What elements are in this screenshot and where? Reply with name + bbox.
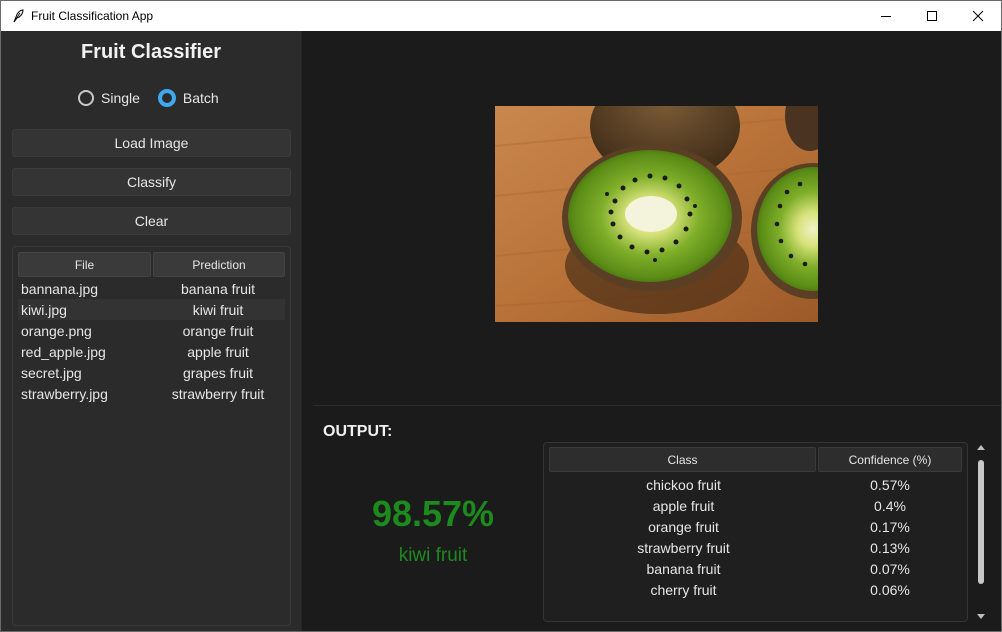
class-cell: apple fruit	[652, 497, 715, 514]
class-table-body: chickoo fruit 0.57% apple fruit 0.4% ora…	[549, 474, 962, 600]
prediction-cell: kiwi fruit	[192, 301, 244, 318]
app-window: Fruit Classification App Fruit Classifie…	[0, 0, 1002, 632]
files-table-header: File Prediction	[18, 252, 285, 277]
prediction-cell: banana fruit	[181, 280, 255, 297]
file-cell: strawberry.jpg	[21, 385, 108, 402]
confidence-cell: 0.4%	[874, 497, 906, 514]
confidence-cell: 0.57%	[870, 476, 910, 493]
column-header-prediction[interactable]: Prediction	[153, 252, 285, 277]
column-header-confidence[interactable]: Confidence (%)	[818, 447, 962, 472]
table-row[interactable]: strawberry fruit 0.13%	[549, 537, 962, 558]
clear-button[interactable]: Clear	[12, 207, 291, 235]
app-title: Fruit Classifier	[80, 41, 222, 63]
table-row[interactable]: cherry fruit 0.06%	[549, 579, 962, 600]
load-image-button[interactable]: Load Image	[12, 129, 291, 157]
top-confidence: 98.57%	[371, 493, 495, 534]
confidence-cell: 0.17%	[870, 518, 910, 535]
output-label: OUTPUT:	[323, 423, 393, 440]
kiwi-photo	[495, 106, 818, 322]
file-cell: kiwi.jpg	[21, 301, 67, 318]
class-table-header: Class Confidence (%)	[549, 447, 962, 472]
prediction-cell: strawberry fruit	[171, 385, 265, 402]
prediction-cell: grapes fruit	[182, 364, 254, 381]
class-cell: orange fruit	[648, 518, 719, 535]
close-button[interactable]	[955, 1, 1001, 31]
file-cell: secret.jpg	[21, 364, 82, 381]
classify-button[interactable]: Classify	[12, 168, 291, 196]
maximize-icon	[927, 11, 937, 21]
class-cell: cherry fruit	[650, 581, 717, 598]
minimize-icon	[881, 16, 891, 17]
close-icon	[972, 10, 984, 22]
prediction-cell: orange fruit	[182, 322, 254, 339]
radio-checked-icon	[157, 89, 176, 107]
section-divider	[313, 405, 1001, 406]
image-preview	[495, 106, 818, 322]
class-cell: strawberry fruit	[637, 539, 730, 556]
main-panel: OUTPUT: 98.57% kiwi fruit Class Confiden…	[302, 31, 1001, 631]
prediction-cell: apple fruit	[187, 343, 249, 360]
confidence-cell: 0.06%	[870, 581, 910, 598]
class-confidence-table: Class Confidence (%) chickoo fruit 0.57%…	[543, 442, 968, 622]
confidence-cell: 0.13%	[870, 539, 910, 556]
file-cell: bannana.jpg	[21, 280, 99, 297]
radio-batch[interactable]: Batch	[157, 89, 219, 107]
window-controls	[863, 1, 1001, 31]
table-row[interactable]: banana fruit 0.07%	[549, 558, 962, 579]
table-row[interactable]: secret.jpg grapes fruit	[18, 362, 285, 383]
table-row[interactable]: kiwi.jpg kiwi fruit	[18, 299, 285, 320]
window-title: Fruit Classification App	[31, 9, 154, 23]
files-table-body: bannana.jpg banana fruit kiwi.jpg kiwi f…	[18, 278, 285, 404]
radio-unchecked-icon	[78, 90, 94, 106]
file-cell: orange.png	[21, 322, 92, 339]
table-row[interactable]: orange fruit 0.17%	[549, 516, 962, 537]
table-row[interactable]: apple fruit 0.4%	[549, 495, 962, 516]
file-cell: red_apple.jpg	[21, 343, 106, 360]
predicted-class: kiwi fruit	[398, 545, 468, 566]
class-table-scrollbar[interactable]	[975, 442, 987, 622]
scrollbar-thumb[interactable]	[978, 460, 984, 584]
minimize-button[interactable]	[863, 1, 909, 31]
radio-single-label: Single	[101, 90, 140, 106]
class-cell: banana fruit	[646, 560, 721, 577]
confidence-cell: 0.07%	[870, 560, 910, 577]
radio-batch-label: Batch	[182, 90, 219, 106]
table-row[interactable]: bannana.jpg banana fruit	[18, 278, 285, 299]
column-header-class[interactable]: Class	[549, 447, 816, 472]
column-header-file[interactable]: File	[18, 252, 151, 277]
scroll-down-icon[interactable]	[975, 612, 987, 622]
sidebar: Fruit Classifier Single Batch Load Image…	[1, 31, 302, 631]
table-row[interactable]: orange.png orange fruit	[18, 320, 285, 341]
maximize-button[interactable]	[909, 1, 955, 31]
scroll-up-icon[interactable]	[975, 442, 987, 452]
radio-single[interactable]: Single	[78, 90, 140, 106]
feather-icon	[11, 9, 25, 23]
table-row[interactable]: strawberry.jpg strawberry fruit	[18, 383, 285, 404]
title-bar: Fruit Classification App	[1, 1, 1001, 31]
table-row[interactable]: chickoo fruit 0.57%	[549, 474, 962, 495]
class-cell: chickoo fruit	[646, 476, 721, 493]
table-row[interactable]: red_apple.jpg apple fruit	[18, 341, 285, 362]
mode-selector: Single Batch	[78, 89, 219, 107]
files-table: File Prediction bannana.jpg banana fruit…	[12, 246, 291, 626]
